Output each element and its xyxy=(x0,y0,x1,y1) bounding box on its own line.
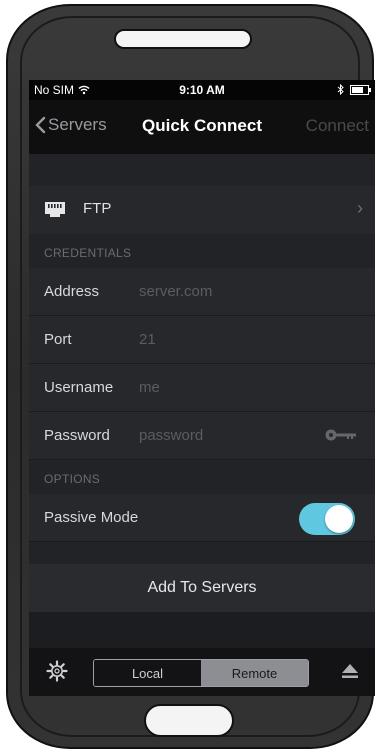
phone-speaker xyxy=(114,29,252,49)
passive-mode-toggle[interactable] xyxy=(299,503,355,535)
protocol-label: FTP xyxy=(83,200,112,217)
add-to-servers-button[interactable]: Add To Servers xyxy=(29,564,375,612)
top-spacer xyxy=(29,154,375,186)
address-field[interactable]: server.com xyxy=(139,283,212,300)
username-label: Username xyxy=(44,379,114,396)
credentials-header: CREDENTIALS xyxy=(29,234,375,268)
status-right xyxy=(337,84,371,95)
toggle-knob xyxy=(325,505,353,533)
username-field[interactable]: me xyxy=(139,379,160,396)
bottom-toolbar: Local Remote xyxy=(29,648,375,696)
local-remote-segmented-control: Local Remote xyxy=(93,659,309,687)
options-header: OPTIONS xyxy=(29,460,375,494)
nav-bar: Servers Quick Connect Connect xyxy=(29,100,375,154)
protocol-row[interactable]: FTP › xyxy=(29,186,375,234)
chevron-right-icon: › xyxy=(357,198,363,218)
port-field[interactable]: 21 xyxy=(139,331,156,348)
battery-icon xyxy=(350,84,371,95)
username-row[interactable]: Username me xyxy=(29,364,375,412)
bluetooth-icon xyxy=(337,84,344,95)
ethernet-port-icon xyxy=(45,202,65,217)
address-row[interactable]: Address server.com xyxy=(29,268,375,316)
address-label: Address xyxy=(44,283,100,300)
password-label: Password xyxy=(44,427,110,444)
status-time: 9:10 AM xyxy=(179,83,225,97)
status-bar: No SIM 9:10 AM xyxy=(29,80,375,100)
password-row[interactable]: Password password xyxy=(29,412,375,460)
phone-home-button[interactable] xyxy=(144,704,234,737)
passive-mode-row: Passive Mode xyxy=(29,494,375,542)
connect-button[interactable]: Connect xyxy=(306,116,369,136)
form-content: FTP › CREDENTIALS Address server.com Por… xyxy=(29,154,375,612)
eject-icon[interactable] xyxy=(341,663,359,679)
gear-icon[interactable] xyxy=(46,660,68,682)
password-field[interactable]: password xyxy=(139,427,203,444)
app-screen: No SIM 9:10 AM Servers Quick Connect Con… xyxy=(29,80,375,696)
tab-remote[interactable]: Remote xyxy=(201,660,308,686)
options-spacer xyxy=(29,542,375,564)
tab-local[interactable]: Local xyxy=(94,660,201,686)
port-label: Port xyxy=(44,331,72,348)
passive-mode-label: Passive Mode xyxy=(44,509,139,526)
key-icon[interactable] xyxy=(325,429,357,441)
port-row[interactable]: Port 21 xyxy=(29,316,375,364)
